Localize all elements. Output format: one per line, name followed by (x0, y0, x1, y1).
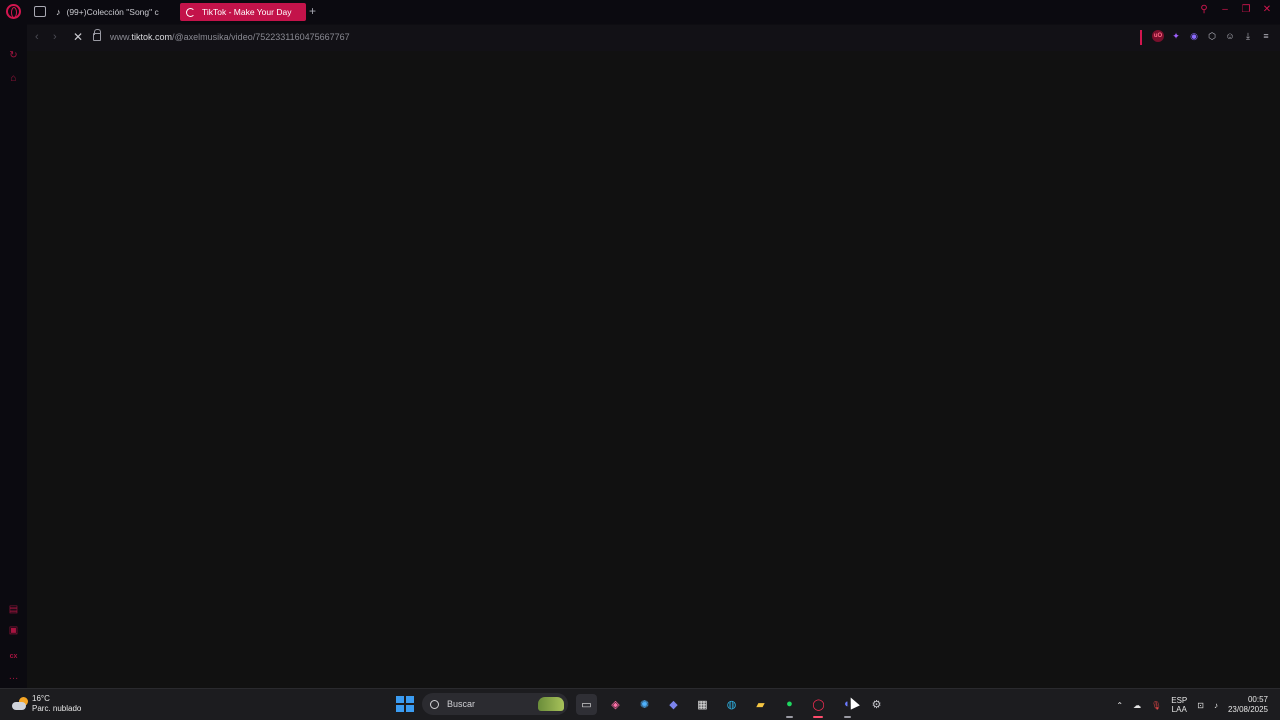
extensions-icon[interactable]: ⬡ (1206, 30, 1218, 42)
weather-widget[interactable]: 16°C Parc. nublado (12, 694, 81, 714)
teams-icon[interactable]: ◆ (663, 694, 684, 715)
audio-extension-icon[interactable]: ◉ (1188, 30, 1200, 42)
tab-label: (99+)Colección "Song" c (66, 7, 159, 17)
weather-condition: Parc. nublado (32, 704, 82, 713)
search-tabs-icon[interactable]: ⚲ (1199, 4, 1209, 15)
task-view-icon[interactable]: ▭ (576, 693, 597, 715)
ublock-icon[interactable]: uO (1152, 30, 1164, 42)
close-button[interactable]: ✕ (1262, 4, 1272, 15)
extensions-toolbar: uO ✦ ◉ ⬡ ☺ ⤓ ≡ (1152, 30, 1272, 42)
system-tray: ⌃ ☁ 🎙 ESP LAA ⊡ ♪ 00:57 23/08/2025 (1116, 695, 1268, 715)
onedrive-icon[interactable]: ☁ (1133, 701, 1141, 710)
clock[interactable]: 00:57 23/08/2025 (1228, 695, 1268, 715)
settings-icon[interactable]: ⚙ (866, 694, 887, 715)
history-icon[interactable]: ↻ (8, 50, 19, 61)
search-placeholder: Buscar (447, 699, 476, 709)
tiktok-icon: ♪ (56, 7, 61, 17)
forward-button[interactable]: › (53, 31, 57, 43)
minimize-button[interactable]: – (1220, 4, 1230, 15)
clock-date: 23/08/2025 (1227, 705, 1268, 714)
extensions-divider (1140, 30, 1142, 45)
chevron-up-icon[interactable]: ⌃ (1116, 701, 1123, 710)
sidebar: ↻ ⌂ ▤ ▣ cx … (0, 24, 27, 688)
tab-bar: ♪ (99+)Colección "Song" c TikTok - Make … (0, 0, 1280, 24)
folder-icon[interactable]: ▰ (750, 694, 771, 715)
clock-time: 00:57 (1247, 695, 1268, 704)
restore-button[interactable]: ❐ (1241, 4, 1251, 15)
edge-icon[interactable]: ◍ (721, 694, 742, 715)
volume-icon[interactable]: ♪ (1214, 701, 1218, 710)
tab-song-collection[interactable]: ♪ (99+)Colección "Song" c (56, 3, 172, 21)
aria-icon[interactable]: ✦ (1170, 30, 1182, 42)
lock-icon[interactable] (93, 29, 101, 41)
spotify-icon[interactable]: ● (779, 694, 800, 718)
menu-icon[interactable]: ≡ (1260, 30, 1272, 42)
start-button[interactable] (394, 694, 414, 714)
address-bar-row: ‹ › ✕ www.tiktok.com/@axelmusika/video/7… (27, 25, 1280, 51)
opera-logo-icon[interactable] (6, 4, 21, 19)
copilot-icon[interactable]: ◈ (605, 694, 626, 715)
cx-icon[interactable]: cx (8, 651, 19, 662)
profile-icon[interactable]: ☺ (1224, 30, 1236, 42)
language-indicator[interactable]: ESP LAA (1171, 696, 1187, 714)
window-controls: ⚲ – ❐ ✕ (1199, 4, 1272, 15)
tab-label: TikTok - Make Your Day (202, 7, 292, 17)
search-highlight-image (538, 697, 564, 711)
stop-loading-button[interactable]: ✕ (73, 30, 83, 44)
edge-chat-icon[interactable]: ✺ (634, 694, 655, 715)
taskbar: 16°C Parc. nublado Buscar ▭ ◈ ✺ ◆ ▦ ◍ ▰ … (0, 688, 1280, 720)
back-button[interactable]: ‹ (35, 31, 39, 43)
taskbar-apps: Buscar ▭ ◈ ✺ ◆ ▦ ◍ ▰ ● ◯ ◐ ⚙ (394, 693, 887, 718)
tab-tiktok-active[interactable]: TikTok - Make Your Day (180, 3, 306, 21)
desktop: ♪ (99+)Colección "Song" c TikTok - Make … (0, 0, 1280, 720)
opera-gx-icon[interactable]: ◯ (808, 694, 829, 718)
page-content (27, 51, 1280, 688)
new-tab-button[interactable]: + (309, 4, 316, 18)
taskbar-search[interactable]: Buscar (422, 693, 568, 715)
partly-cloudy-icon (12, 697, 28, 711)
tab-islands-icon[interactable] (34, 6, 46, 17)
more-icon[interactable]: … (8, 671, 19, 682)
url-domain: tiktok.com (131, 32, 173, 42)
loading-spinner-icon (186, 7, 195, 17)
download-icon[interactable]: ⤓ (1242, 30, 1254, 42)
microphone-icon[interactable]: 🎙 (1151, 701, 1161, 710)
app-icon[interactable]: ▣ (8, 625, 19, 636)
network-icon[interactable]: ⊡ (1197, 701, 1204, 710)
search-icon (430, 699, 439, 709)
wallet-icon[interactable]: ⌂ (8, 73, 19, 84)
weather-temp: 16°C (32, 694, 50, 703)
store-icon[interactable]: ▦ (692, 694, 713, 715)
url-prefix: www. (110, 32, 132, 42)
calendar-icon[interactable]: ▤ (8, 604, 19, 615)
url-field[interactable]: www.tiktok.com/@axelmusika/video/7522331… (110, 32, 350, 42)
url-path: /@axelmusika/video/7522331160475667767 (172, 32, 350, 42)
